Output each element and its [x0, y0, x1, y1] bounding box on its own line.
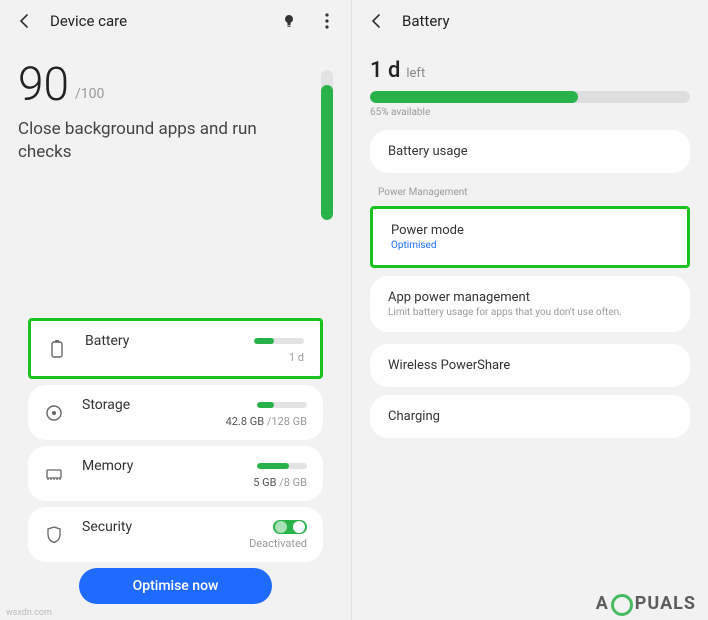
back-icon[interactable]	[12, 9, 36, 33]
power-mode-title: Power mode	[391, 223, 669, 238]
battery-bar	[254, 338, 304, 344]
memory-label: Memory	[82, 458, 239, 474]
wireless-powershare-card[interactable]: Wireless PowerShare	[370, 344, 690, 387]
battery-row[interactable]: Battery 1 d	[28, 318, 323, 379]
device-care-screen: Device care 90 /100 Close background app…	[0, 0, 352, 620]
memory-sub: 5 GB /8 GB	[253, 476, 307, 489]
security-status: Deactivated	[249, 537, 307, 550]
storage-icon	[44, 403, 64, 423]
battery-sub: 1 d	[289, 351, 304, 364]
charging-card[interactable]: Charging	[370, 395, 690, 438]
app-power-title: App power management	[388, 290, 672, 305]
memory-row[interactable]: Memory 5 GB /8 GB	[28, 446, 323, 501]
battery-label: Battery	[85, 333, 240, 349]
device-care-body: 90 /100 Close background apps and run ch…	[0, 42, 351, 620]
battery-screen: Battery 1 d left 65% available Battery u…	[352, 0, 708, 620]
source-site: wsxdn.com	[6, 608, 52, 618]
back-icon[interactable]	[364, 9, 388, 33]
battery-usage-card[interactable]: Battery usage	[370, 130, 690, 173]
memory-icon	[44, 464, 64, 484]
more-icon[interactable]	[315, 9, 339, 33]
device-care-header: Device care	[0, 0, 351, 42]
battery-icon	[47, 339, 67, 359]
device-score: 90 /100	[18, 62, 333, 108]
app-power-sub: Limit battery usage for apps that you do…	[388, 307, 672, 318]
storage-label: Storage	[82, 397, 212, 413]
security-toggle[interactable]	[273, 520, 307, 534]
optimise-button[interactable]: Optimise now	[79, 568, 273, 604]
page-title: Device care	[50, 12, 127, 30]
resource-list: Battery 1 d Storage 42.8 GB /128 GB	[18, 312, 333, 620]
battery-time-left: 1 d left	[370, 58, 690, 83]
storage-bar	[257, 402, 307, 408]
security-label: Security	[82, 519, 235, 535]
score-message: Close background apps and run checks	[18, 118, 268, 164]
battery-header: Battery	[352, 0, 708, 42]
battery-percent-bar	[370, 91, 690, 103]
watermark: APUALS	[596, 592, 696, 614]
app-power-card[interactable]: App power management Limit battery usage…	[370, 276, 690, 332]
battery-available: 65% available	[370, 107, 690, 118]
shield-icon	[44, 525, 64, 545]
bulb-icon[interactable]	[277, 9, 301, 33]
power-mode-card[interactable]: Power mode Optimised	[370, 206, 690, 268]
power-mode-sub: Optimised	[391, 240, 669, 251]
page-title: Battery	[402, 12, 450, 30]
storage-sub: 42.8 GB /128 GB	[226, 415, 307, 428]
security-row[interactable]: Security Deactivated	[28, 507, 323, 562]
power-management-section: Power Management	[378, 187, 690, 198]
score-denominator: /100	[75, 86, 104, 108]
memory-bar	[257, 463, 307, 469]
score-value: 90	[18, 62, 69, 108]
storage-row[interactable]: Storage 42.8 GB /128 GB	[28, 385, 323, 440]
battery-body: 1 d left 65% available Battery usage Pow…	[352, 42, 708, 438]
ring-icon	[611, 594, 633, 616]
device-score-bar	[321, 70, 333, 220]
